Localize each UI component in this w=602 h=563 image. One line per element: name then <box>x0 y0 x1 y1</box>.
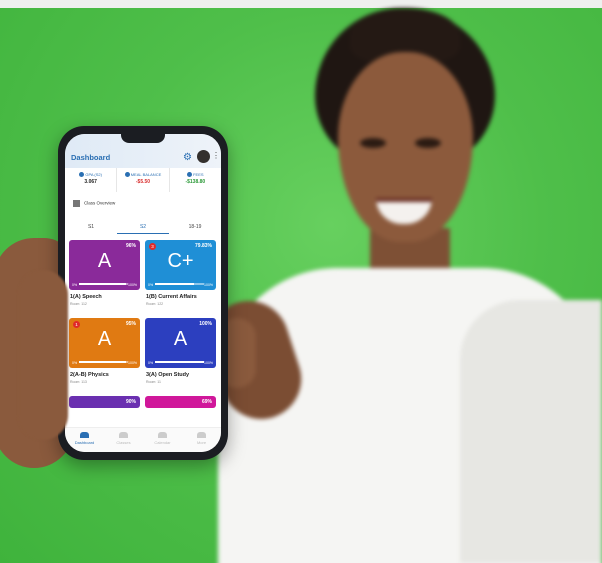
nav-more[interactable]: More <box>182 428 221 452</box>
stat-fees[interactable]: FEES -$138.80 <box>170 168 221 192</box>
progress-min: 0% <box>72 283 78 287</box>
nav-label: Calendar <box>154 440 171 445</box>
grade-percent: 79.83% <box>195 243 212 249</box>
stat-value: -$138.80 <box>185 179 206 186</box>
class-name[interactable]: 1(A) Speech <box>70 294 140 300</box>
progress-bar <box>79 361 128 363</box>
progress-bar <box>155 283 204 285</box>
nav-label: More <box>196 440 207 445</box>
dashboard-icon <box>80 432 89 438</box>
fingers <box>18 270 68 440</box>
progress-max: 100% <box>204 283 213 287</box>
notification-badge: 1 <box>73 321 80 328</box>
grade-percent: 100% <box>199 321 212 327</box>
tab-18-19[interactable]: 18-19 <box>169 220 221 234</box>
tab-s2[interactable]: S2 <box>117 220 169 234</box>
page-title: Dashboard <box>71 153 111 162</box>
calendar-icon <box>158 432 167 438</box>
letter-grade: C+ <box>167 250 194 272</box>
right-eye <box>415 138 441 148</box>
progress-fill <box>79 283 127 285</box>
progress-min: 0% <box>72 361 78 365</box>
grade-percent: 90% <box>125 399 136 405</box>
class-card[interactable]: 100% A 0% 100% <box>145 318 216 368</box>
photo-scene: Dashboard ⚙ ⋮ GPA (S2) 3.067 MEAL BALANC… <box>0 0 602 563</box>
stat-meal-balance[interactable]: MEAL BALANCE -$5.50 <box>117 168 170 192</box>
letter-grade: A <box>97 328 112 350</box>
class-room: Room: 122 <box>146 302 164 306</box>
gear-icon[interactable]: ⚙ <box>182 152 193 163</box>
bottom-nav: Dashboard Classes Calendar More <box>65 427 221 452</box>
progress-fill <box>155 361 204 363</box>
class-name[interactable]: 2(A-B) Physics <box>70 372 140 378</box>
grade-percent: 69% <box>201 399 212 405</box>
meal-icon <box>124 172 130 178</box>
class-room: Room: 11 <box>146 380 161 384</box>
tshirt-shadow <box>460 300 602 563</box>
progress-max: 100% <box>204 361 213 365</box>
class-card[interactable]: 69% <box>145 396 216 408</box>
classes-icon <box>119 432 128 438</box>
phone-screen: Dashboard ⚙ ⋮ GPA (S2) 3.067 MEAL BALANC… <box>65 134 221 452</box>
phone-notch <box>121 134 165 143</box>
class-card[interactable]: 79.83% 3 C+ 0% 100% <box>145 240 216 290</box>
nav-label: Dashboard <box>74 440 95 445</box>
section-label: Class Overview <box>84 200 116 206</box>
grid-icon <box>73 200 80 207</box>
progress-bar <box>155 361 204 363</box>
nav-dashboard[interactable]: Dashboard <box>65 428 104 452</box>
class-card[interactable]: 95% 1 A 0% 100% <box>69 318 140 368</box>
class-card[interactable]: 90% <box>69 396 140 408</box>
class-room: Room: 113 <box>70 380 87 384</box>
progress-bar <box>79 283 128 285</box>
term-tabs: S1 S2 18-19 <box>65 220 221 234</box>
stat-label: GPA (S2) <box>85 172 102 177</box>
grade-percent: 95% <box>125 321 136 327</box>
progress-max: 100% <box>128 361 137 365</box>
progress-max: 100% <box>128 283 137 287</box>
nav-calendar[interactable]: Calendar <box>143 428 182 452</box>
grade-percent: 96% <box>125 243 136 249</box>
progress-min: 0% <box>148 361 154 365</box>
fees-icon <box>187 172 193 178</box>
class-name[interactable]: 3(A) Open Study <box>146 372 216 378</box>
stat-value: -$5.50 <box>135 179 151 186</box>
stat-label: FEES <box>193 172 204 177</box>
class-overview-heading: Class Overview <box>73 200 115 207</box>
nav-classes[interactable]: Classes <box>104 428 143 452</box>
nav-label: Classes <box>116 440 131 445</box>
more-vert-icon[interactable]: ⋮ <box>212 151 220 160</box>
more-icon <box>197 432 206 438</box>
progress-fill <box>79 361 126 363</box>
left-eye <box>360 138 386 148</box>
progress-min: 0% <box>148 283 154 287</box>
notification-badge: 3 <box>149 243 156 250</box>
avatar[interactable] <box>197 150 210 163</box>
letter-grade: A <box>97 250 112 272</box>
class-name[interactable]: 1(B) Current Affairs <box>146 294 216 300</box>
smartphone: Dashboard ⚙ ⋮ GPA (S2) 3.067 MEAL BALANC… <box>58 126 228 460</box>
stat-label: MEAL BALANCE <box>130 172 162 177</box>
gpa-icon <box>79 172 85 178</box>
letter-grade: A <box>173 328 188 350</box>
class-room: Room: 112 <box>70 302 87 306</box>
tab-s1[interactable]: S1 <box>65 220 117 234</box>
stat-value: 3.067 <box>84 179 97 186</box>
stat-gpa[interactable]: GPA (S2) 3.067 <box>65 168 118 192</box>
progress-fill <box>155 283 195 285</box>
class-card[interactable]: 96% A 0% 100% <box>69 240 140 290</box>
stats-row: GPA (S2) 3.067 MEAL BALANCE -$5.50 FEES … <box>65 168 221 192</box>
